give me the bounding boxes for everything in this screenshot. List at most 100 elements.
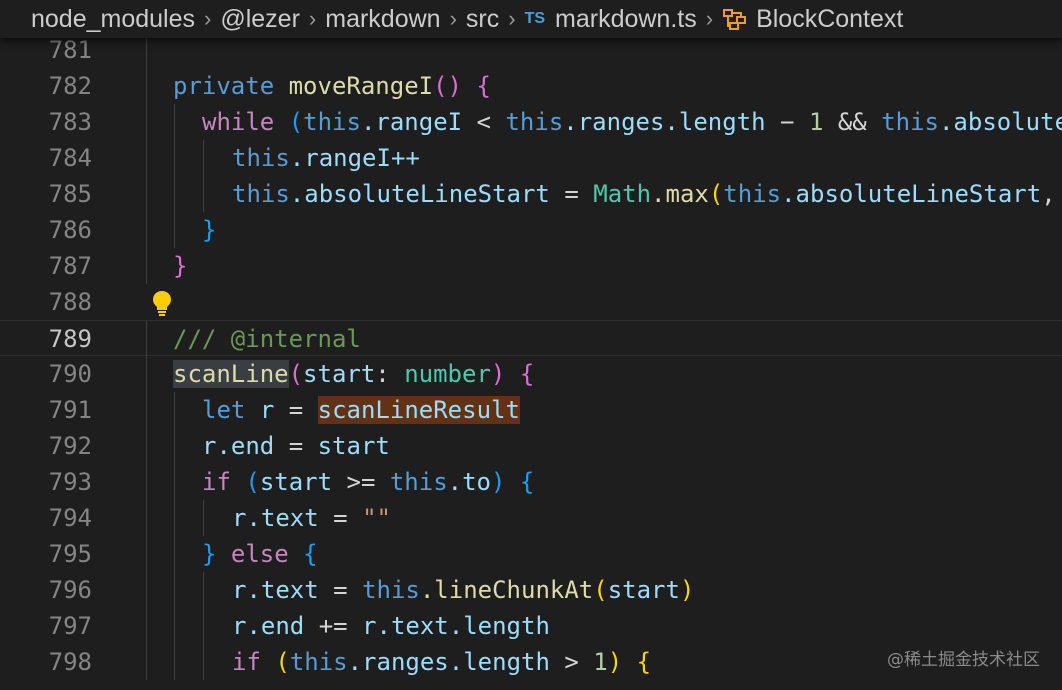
indent-guide bbox=[146, 104, 147, 140]
code-line[interactable]: 788 bbox=[0, 284, 1062, 320]
code-line[interactable]: 792 r.end = start bbox=[0, 428, 1062, 464]
line-number: 797 bbox=[48, 612, 92, 640]
indent-guide bbox=[146, 500, 147, 536]
breadcrumb: node_modules › @lezer › markdown › src ›… bbox=[0, 0, 1062, 38]
code-line[interactable]: 786 } bbox=[0, 212, 1062, 248]
indent-guide bbox=[146, 644, 147, 680]
indent-guide bbox=[174, 608, 175, 644]
indent-guide bbox=[203, 608, 204, 644]
code-text: } else { bbox=[202, 540, 318, 568]
indent-guide bbox=[146, 572, 147, 608]
line-number: 792 bbox=[48, 432, 92, 460]
line-number-active: 789 bbox=[48, 325, 92, 353]
code-text: } bbox=[173, 252, 188, 280]
selected-symbol: scanLine bbox=[173, 360, 289, 388]
breadcrumb-item-markdown[interactable]: markdown bbox=[325, 5, 440, 34]
line-number: 784 bbox=[48, 144, 92, 172]
code-line[interactable]: 791 let r = scanLineResult bbox=[0, 392, 1062, 428]
line-number: 796 bbox=[48, 576, 92, 604]
chevron-right-icon: › bbox=[204, 6, 212, 31]
indent-guide bbox=[203, 500, 204, 536]
line-number: 783 bbox=[48, 108, 92, 136]
code-line[interactable]: 784 this.rangeI++ bbox=[0, 140, 1062, 176]
indent-guide bbox=[174, 500, 175, 536]
code-text: scanLine(start: number) { bbox=[173, 360, 535, 388]
code-text: r.text = this.lineChunkAt(start) bbox=[232, 576, 695, 604]
breadcrumb-item-file[interactable]: markdown.ts bbox=[555, 5, 697, 34]
code-text: let r = scanLineResult bbox=[202, 396, 520, 424]
indent-guide bbox=[203, 176, 204, 212]
indent-guide bbox=[174, 464, 175, 500]
line-number: 785 bbox=[48, 180, 92, 208]
indent-guide bbox=[174, 572, 175, 608]
code-text: private moveRangeI() { bbox=[173, 72, 491, 100]
code-line[interactable]: 793 if (start >= this.to) { bbox=[0, 464, 1062, 500]
line-number: 788 bbox=[48, 288, 92, 316]
indent-guide bbox=[174, 392, 175, 428]
code-line[interactable]: 790 scanLine(start: number) { bbox=[0, 356, 1062, 392]
code-text: while (this.rangeI < this.ranges.length … bbox=[202, 108, 1062, 136]
chevron-right-icon: › bbox=[508, 6, 516, 31]
breadcrumb-item-lezer[interactable]: @lezer bbox=[220, 5, 300, 34]
indent-guide bbox=[174, 428, 175, 464]
code-text: if (start >= this.to) { bbox=[202, 468, 535, 496]
highlighted-word: scanLineResult bbox=[317, 396, 520, 424]
code-line[interactable]: 787 } bbox=[0, 248, 1062, 284]
code-text: } bbox=[202, 216, 217, 244]
code-line[interactable]: 785 this.absoluteLineStart = Math.max(th… bbox=[0, 176, 1062, 212]
code-text: r.end += r.text.length bbox=[232, 612, 550, 640]
code-line[interactable]: 796 r.text = this.lineChunkAt(start) bbox=[0, 572, 1062, 608]
line-number: 787 bbox=[48, 252, 92, 280]
indent-guide bbox=[174, 536, 175, 572]
code-line-current[interactable]: 789 /// @internal bbox=[0, 320, 1062, 357]
indent-guide bbox=[146, 212, 147, 248]
indent-guide bbox=[146, 176, 147, 212]
line-number: 794 bbox=[48, 504, 92, 532]
indent-guide bbox=[203, 572, 204, 608]
watermark: @稀土掘金技术社区 bbox=[887, 650, 1040, 670]
line-number: 795 bbox=[48, 540, 92, 568]
breadcrumb-item-symbol[interactable]: BlockContext bbox=[756, 5, 903, 34]
indent-guide bbox=[146, 608, 147, 644]
indent-guide bbox=[146, 392, 147, 428]
typescript-file-icon: TS bbox=[524, 10, 546, 27]
code-text: /// @internal bbox=[173, 325, 361, 353]
indent-guide bbox=[174, 212, 175, 248]
code-line[interactable]: 797 r.end += r.text.length bbox=[0, 608, 1062, 644]
line-number: 793 bbox=[48, 468, 92, 496]
chevron-right-icon: › bbox=[308, 6, 317, 31]
indent-guide bbox=[203, 644, 204, 680]
indent-guide bbox=[146, 140, 147, 176]
indent-guide bbox=[146, 428, 147, 464]
indent-guide bbox=[146, 536, 147, 572]
indent-guide bbox=[146, 356, 147, 392]
line-number: 782 bbox=[48, 72, 92, 100]
code-line[interactable]: 795 } else { bbox=[0, 536, 1062, 572]
indent-guide bbox=[203, 140, 204, 176]
line-number: 798 bbox=[48, 648, 92, 676]
code-line[interactable]: 794 r.text = "" bbox=[0, 500, 1062, 536]
chevron-right-icon: › bbox=[705, 6, 714, 31]
indent-guide bbox=[174, 140, 175, 176]
code-text: r.end = start bbox=[202, 432, 390, 460]
code-text: if (this.ranges.length > 1) { bbox=[232, 648, 652, 676]
code-line[interactable]: 782 private moveRangeI() { bbox=[0, 68, 1062, 104]
indent-guide bbox=[146, 464, 147, 500]
indent-guide bbox=[146, 248, 147, 284]
line-number: 791 bbox=[48, 396, 92, 424]
breadcrumb-item-src[interactable]: src bbox=[466, 5, 499, 34]
indent-guide bbox=[174, 104, 175, 140]
indent-guide bbox=[146, 68, 147, 104]
indent-guide bbox=[174, 644, 175, 680]
line-number: 786 bbox=[48, 216, 92, 244]
line-number: 790 bbox=[48, 360, 92, 388]
chevron-right-icon: › bbox=[449, 6, 457, 31]
code-text: r.text = "" bbox=[232, 504, 391, 532]
class-symbol-icon bbox=[722, 7, 748, 31]
lightbulb-icon[interactable] bbox=[150, 290, 174, 316]
code-editor[interactable]: 781 782 private moveRangeI() { 783 while… bbox=[0, 32, 1062, 690]
indent-guide bbox=[174, 176, 175, 212]
code-text: this.absoluteLineStart = Math.max(this.a… bbox=[232, 180, 1056, 208]
code-line[interactable]: 783 while (this.rangeI < this.ranges.len… bbox=[0, 104, 1062, 140]
breadcrumb-item-node-modules[interactable]: node_modules bbox=[31, 5, 195, 34]
